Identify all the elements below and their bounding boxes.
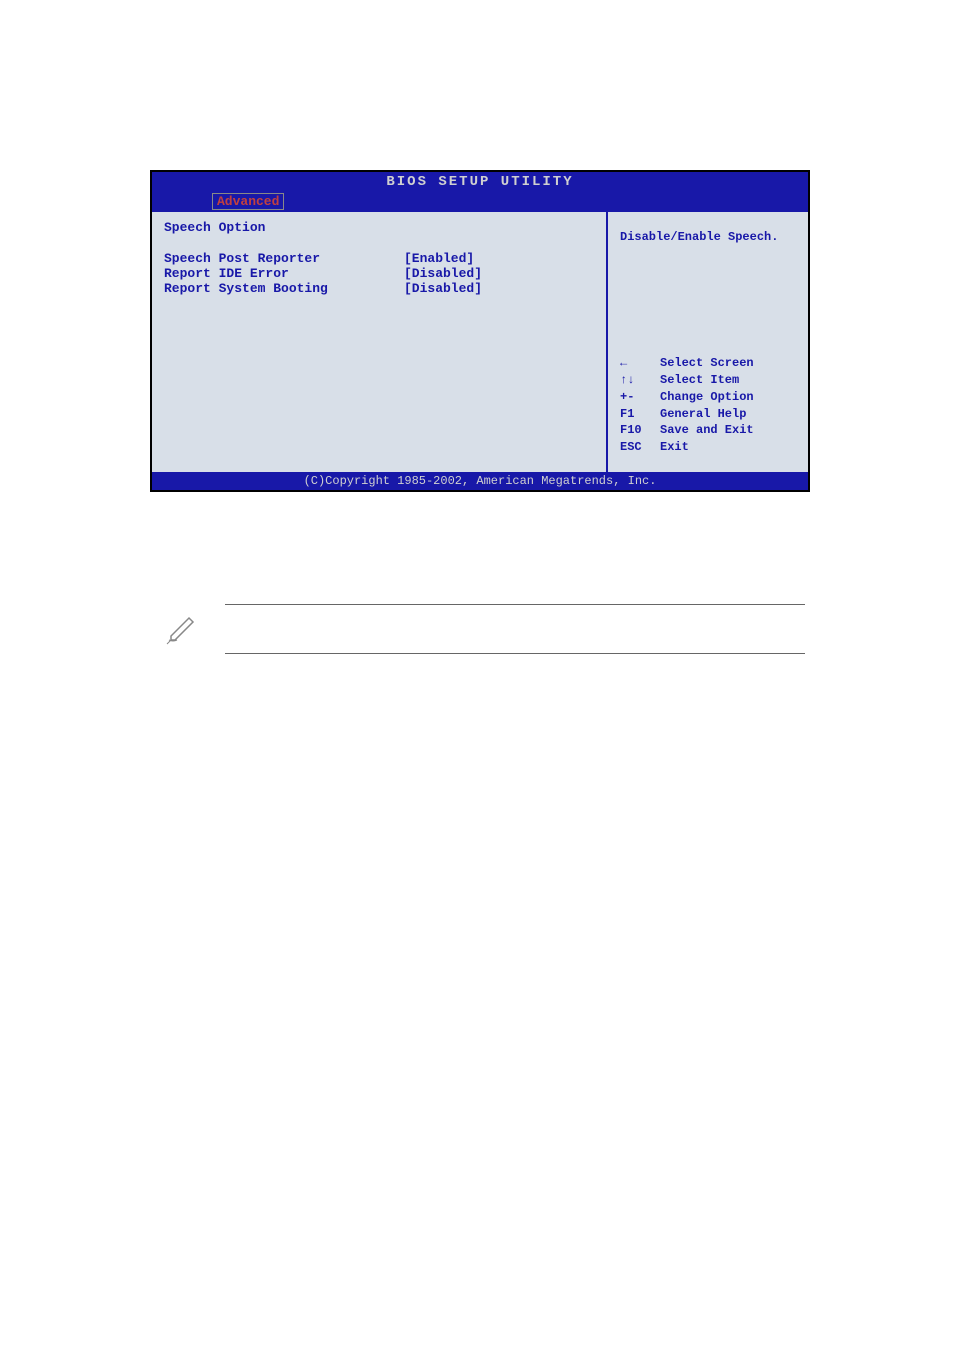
option-label: Speech Post Reporter	[164, 251, 404, 266]
updown-arrow-icon: ↑↓	[620, 372, 660, 389]
option-row[interactable]: Report IDE Error [Disabled]	[164, 266, 594, 281]
bios-title: BIOS SETUP UTILITY	[152, 172, 808, 192]
bios-footer: (C)Copyright 1985-2002, American Megatre…	[152, 472, 808, 490]
bios-tab-row: Advanced	[152, 192, 808, 212]
help-text: Disable/Enable Speech.	[620, 230, 796, 244]
option-label: Report System Booting	[164, 281, 404, 296]
nav-desc: Exit	[660, 439, 689, 456]
option-value: [Enabled]	[404, 251, 474, 266]
nav-row: ↑↓ Select Item	[620, 372, 796, 389]
nav-desc: Save and Exit	[660, 422, 754, 439]
nav-desc: Change Option	[660, 389, 754, 406]
nav-row: F1 General Help	[620, 406, 796, 423]
f1-key: F1	[620, 406, 660, 423]
option-value: [Disabled]	[404, 281, 482, 296]
section-title: Speech Option	[164, 220, 594, 235]
option-row[interactable]: Report System Booting [Disabled]	[164, 281, 594, 296]
separator-group	[225, 604, 805, 702]
nav-desc: Select Item	[660, 372, 739, 389]
nav-row: +- Change Option	[620, 389, 796, 406]
left-arrow-icon: ←	[620, 355, 660, 372]
option-label: Report IDE Error	[164, 266, 404, 281]
bios-right-panel: Disable/Enable Speech. ← Select Screen ↑…	[608, 212, 808, 472]
esc-key: ESC	[620, 439, 660, 456]
pencil-icon	[165, 610, 201, 646]
tab-advanced[interactable]: Advanced	[212, 193, 284, 210]
nav-desc: General Help	[660, 406, 746, 423]
nav-row: ESC Exit	[620, 439, 796, 456]
nav-help: ← Select Screen ↑↓ Select Item +- Change…	[620, 355, 796, 456]
option-row[interactable]: Speech Post Reporter [Enabled]	[164, 251, 594, 266]
nav-row: F10 Save and Exit	[620, 422, 796, 439]
divider	[225, 653, 805, 654]
bios-left-panel: Speech Option Speech Post Reporter [Enab…	[152, 212, 608, 472]
divider	[225, 604, 805, 605]
nav-desc: Select Screen	[660, 355, 754, 372]
nav-row: ← Select Screen	[620, 355, 796, 372]
plusminus-icon: +-	[620, 389, 660, 406]
bios-body: Speech Option Speech Post Reporter [Enab…	[152, 212, 808, 472]
bios-setup-window: BIOS SETUP UTILITY Advanced Speech Optio…	[150, 170, 810, 492]
option-value: [Disabled]	[404, 266, 482, 281]
f10-key: F10	[620, 422, 660, 439]
